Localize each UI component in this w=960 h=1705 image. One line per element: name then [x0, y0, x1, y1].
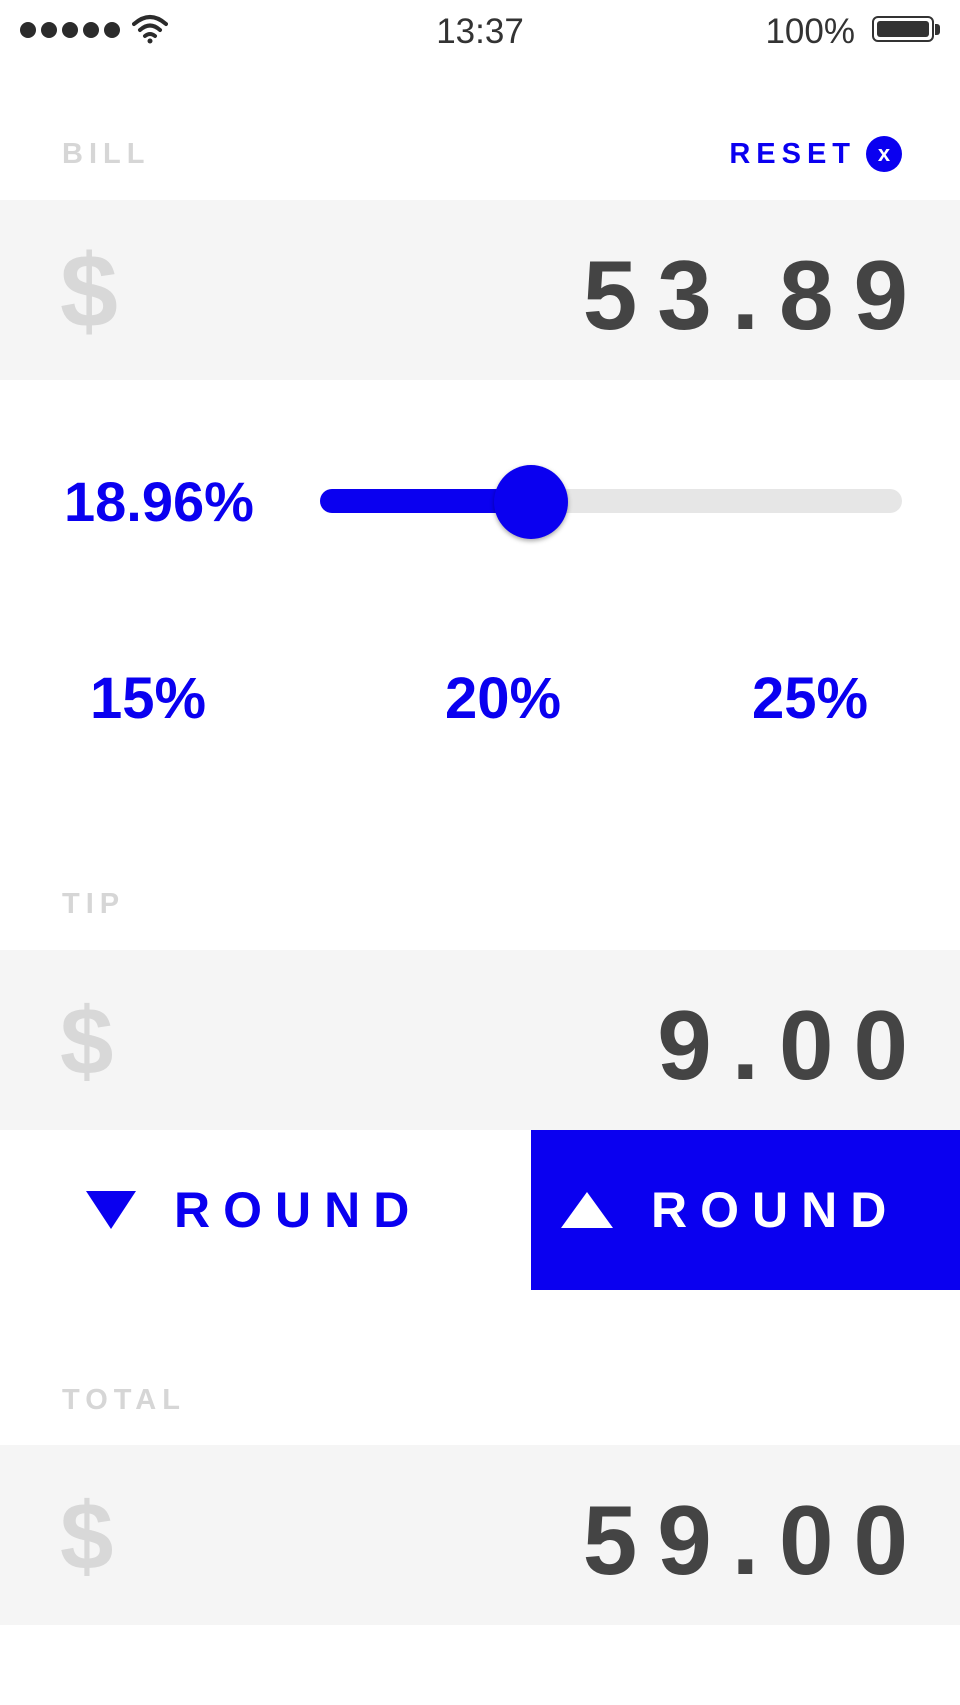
dollar-icon: $ [60, 1483, 114, 1590]
round-down-label: ROUND [174, 1182, 423, 1238]
total-label: TOTAL [62, 1384, 186, 1416]
bill-amount-value: 53.89 [582, 240, 928, 350]
battery-full-icon [872, 16, 942, 44]
preset-15-button[interactable]: 15% [90, 670, 206, 728]
total-amount-value: 59.00 [582, 1485, 928, 1595]
tip-label: TIP [62, 888, 126, 920]
tip-percent-value: 18.96% [64, 470, 254, 533]
round-down-button[interactable]: ROUND [0, 1130, 531, 1290]
reset-button[interactable]: RESET x [729, 136, 902, 172]
preset-20-button[interactable]: 20% [445, 670, 561, 728]
bill-amount-field[interactable]: $ 53.89 [0, 200, 960, 380]
close-icon: x [866, 136, 902, 172]
tip-percent-slider[interactable] [320, 465, 902, 539]
round-up-label: ROUND [651, 1182, 900, 1238]
reset-label: RESET [729, 137, 856, 170]
bill-label: BILL [62, 138, 151, 170]
tip-amount-value: 9.00 [657, 990, 928, 1100]
dollar-icon: $ [60, 988, 114, 1095]
tip-amount-field[interactable]: $ 9.00 [0, 950, 960, 1130]
dollar-icon: $ [60, 234, 118, 350]
triangle-up-icon [561, 1192, 613, 1228]
round-up-button[interactable]: ROUND [531, 1130, 960, 1290]
battery-percentage: 100% [765, 12, 855, 51]
status-bar: 13:37 100% [0, 0, 960, 62]
tip-calculator-screen: 13:37 100% BILL RESET x $ 53.89 18.96% 1… [0, 0, 960, 1705]
preset-25-button[interactable]: 25% [752, 670, 868, 728]
slider-thumb[interactable] [494, 465, 568, 539]
triangle-down-icon [86, 1191, 136, 1229]
total-amount-display: $ 59.00 [0, 1445, 960, 1625]
